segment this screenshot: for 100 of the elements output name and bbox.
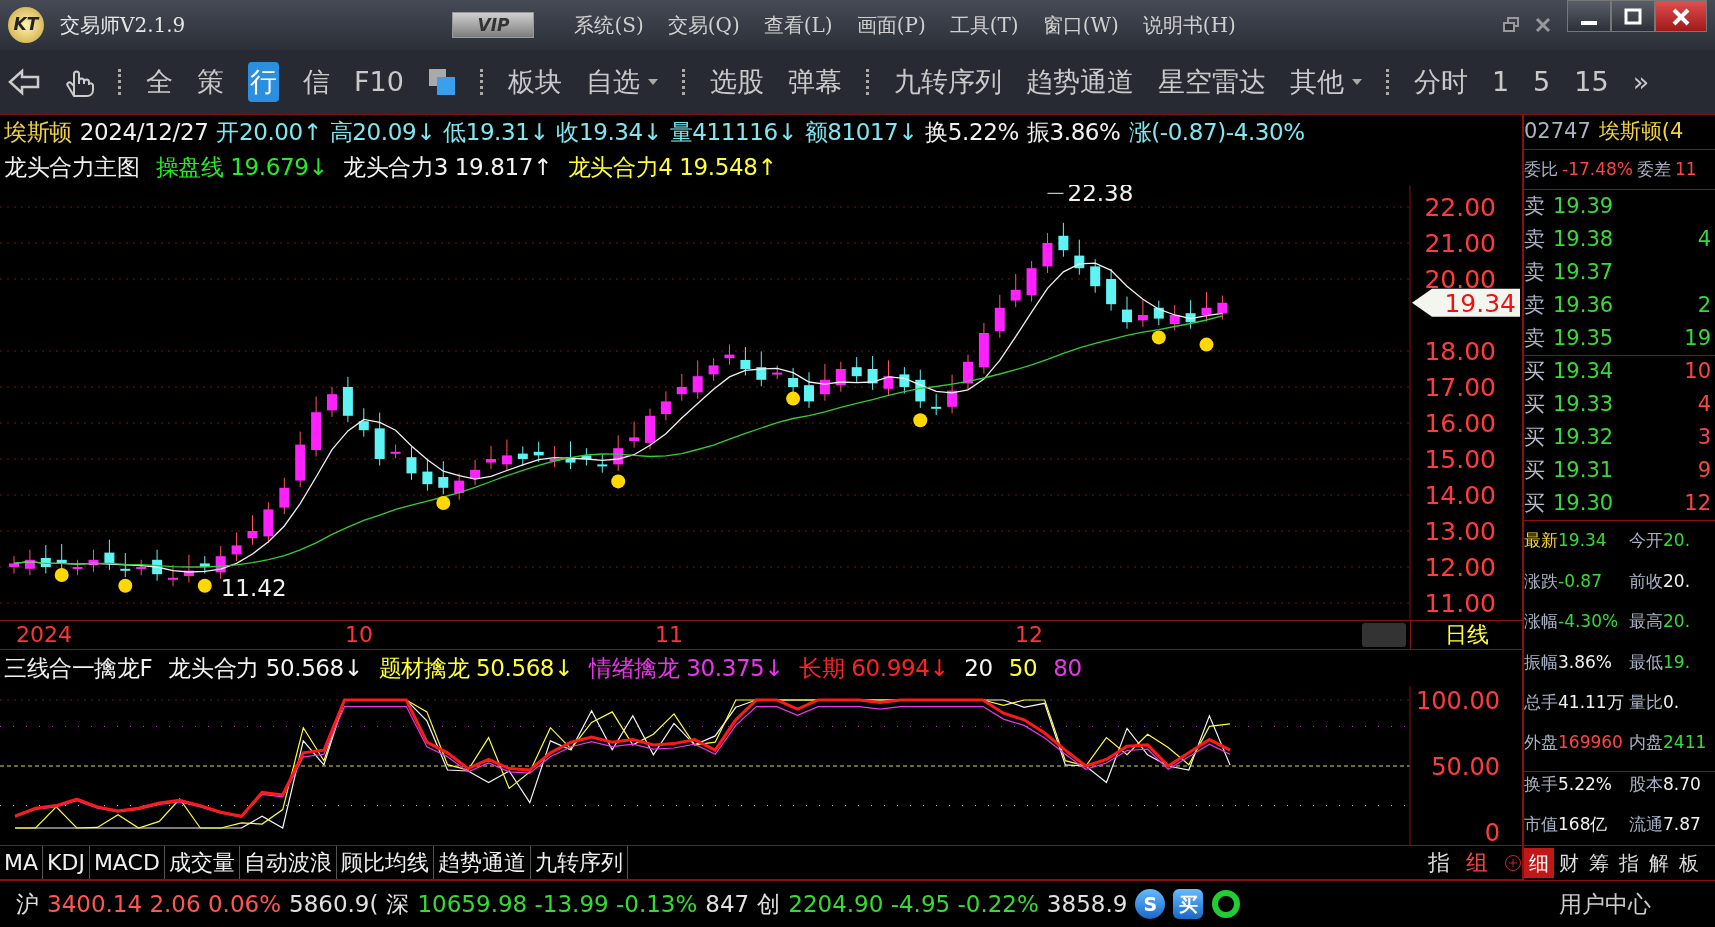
indicator-tab[interactable]: KDJ <box>43 846 90 879</box>
market-amount: 3858.9 <box>1046 889 1128 919</box>
candle <box>645 408 655 450</box>
toolbar-link[interactable]: » <box>1632 61 1650 103</box>
candle <box>1026 260 1037 303</box>
stat-label: 前收 <box>1629 569 1664 593</box>
candle <box>835 361 846 393</box>
toolbar-link[interactable]: 九转序列 <box>893 61 1002 103</box>
toolbar-link[interactable]: 板块 <box>507 61 562 103</box>
candle <box>1058 222 1069 258</box>
group-tab[interactable]: 指 <box>1428 846 1450 879</box>
candle <box>327 386 337 418</box>
toolbar-link[interactable]: 分时 <box>1413 61 1468 103</box>
toolbar-tab[interactable]: F10 <box>354 61 404 103</box>
app-logo: KT <box>8 7 44 43</box>
indicator-tab[interactable]: 顾比均线 <box>336 846 434 879</box>
menu-item[interactable]: 查看(L) <box>763 10 833 40</box>
stat-value: 5.22% <box>1558 772 1612 796</box>
candle <box>422 458 433 492</box>
toolbar-tab[interactable]: 全 <box>146 61 173 103</box>
signal-marker <box>786 391 801 406</box>
candle <box>708 357 719 382</box>
stat-label: 换手 <box>1524 772 1558 796</box>
order-price: 19.35 <box>1553 324 1614 352</box>
toolbar-link[interactable]: 5 <box>1533 61 1551 103</box>
indicator-tab[interactable]: MACD <box>89 846 165 879</box>
candle <box>533 441 544 463</box>
panel-tab[interactable]: 板 <box>1674 848 1704 878</box>
axis-label: 13.00 <box>1424 517 1496 546</box>
order-volume: 9 <box>1697 456 1711 484</box>
toolbar-link[interactable]: 选股 <box>709 61 764 103</box>
close-icon[interactable] <box>1535 17 1551 33</box>
back-arrow-icon[interactable] <box>8 68 40 96</box>
indicator-tab[interactable]: 成交量 <box>164 846 240 879</box>
candle <box>470 459 481 486</box>
toolbar-link[interactable]: 1 <box>1491 61 1510 103</box>
toolbar-tab[interactable]: 策 <box>197 61 224 103</box>
add-icon[interactable] <box>1504 853 1522 872</box>
toolbar-link[interactable]: 星空雷达 <box>1157 61 1266 103</box>
candle <box>358 407 369 438</box>
group-tab[interactable]: 组 <box>1466 846 1488 879</box>
date-label: 12 <box>1015 621 1043 649</box>
candle <box>247 514 258 546</box>
vip-badge[interactable]: VIP <box>452 12 535 38</box>
panel-tab[interactable]: 细 <box>1524 848 1554 878</box>
order-price: 19.30 <box>1553 489 1614 517</box>
quote-field: 涨(-0.87)-4.30% <box>1128 115 1305 150</box>
menu-item[interactable]: 系统(S) <box>574 10 644 40</box>
axis-label: 11.00 <box>1424 589 1496 618</box>
close-button[interactable] <box>1655 0 1707 32</box>
maximize-icon <box>1624 7 1642 26</box>
menu-item[interactable]: 说明书(H) <box>1142 10 1236 40</box>
indicator-tab[interactable]: 自动波浪 <box>239 846 337 879</box>
panel-tab[interactable]: 筹 <box>1584 848 1614 878</box>
signal-marker <box>1151 330 1166 345</box>
toolbar-tab[interactable]: 信 <box>303 61 330 103</box>
ring-icon[interactable] <box>1211 889 1242 919</box>
indicator-value: 20 <box>964 653 993 683</box>
maximize-button[interactable] <box>1611 0 1655 32</box>
menu-item[interactable]: 工具(T) <box>949 10 1019 40</box>
layers-icon[interactable] <box>427 68 456 96</box>
stat-label: 涨幅 <box>1524 610 1558 634</box>
quote-field: 高20.09↓ <box>329 115 436 150</box>
order-side: 卖 <box>1524 258 1545 286</box>
toolbar-link[interactable]: 15 <box>1574 61 1609 103</box>
menu-item[interactable]: 窗口(W) <box>1042 10 1119 40</box>
user-center-link[interactable]: 用户中心 <box>1559 886 1651 922</box>
toolbar-dropdown[interactable]: 其他 <box>1289 61 1362 103</box>
candle <box>168 564 178 587</box>
order-price: 19.36 <box>1553 291 1614 319</box>
toolbar-link[interactable]: 趋势通道 <box>1025 61 1134 103</box>
axis-label: 22.00 <box>1424 193 1496 222</box>
indicator-tab[interactable]: MA <box>0 846 44 879</box>
stock-name: 埃斯顿 <box>4 118 72 148</box>
axis-label: 18.00 <box>1424 337 1496 366</box>
minimize-button[interactable] <box>1567 0 1611 32</box>
signal-marker <box>197 578 212 593</box>
axis-label: 0 <box>1484 819 1500 845</box>
stat-value: 3.86% <box>1558 650 1612 674</box>
restore-icon[interactable] <box>1503 17 1519 33</box>
market-quote: 2204.90 -4.95 -0.22% <box>788 889 1039 919</box>
candle <box>692 359 703 400</box>
scroll-thumb[interactable] <box>1362 623 1406 647</box>
axis-label: 16.00 <box>1424 409 1496 438</box>
toolbar-link[interactable]: 弹幕 <box>787 61 842 103</box>
panel-tab[interactable]: 财 <box>1554 848 1584 878</box>
indicator-tab[interactable]: 趋势通道 <box>433 846 531 879</box>
indicator-tab[interactable]: 九转序列 <box>530 846 628 879</box>
quote-date: 2024/12/27 <box>79 118 209 148</box>
menu-item[interactable]: 画面(P) <box>856 10 926 40</box>
panel-tab[interactable]: 解 <box>1644 848 1674 878</box>
panel-tab[interactable]: 指 <box>1614 848 1644 878</box>
candle <box>342 376 353 423</box>
signal-marker <box>118 578 133 593</box>
candle <box>819 363 830 402</box>
menu-item[interactable]: 交易(Q) <box>667 10 740 40</box>
candle <box>660 390 671 421</box>
toolbar-dropdown[interactable]: 自选 <box>585 61 658 103</box>
order-price: 19.33 <box>1553 390 1614 418</box>
stat-label: 最低 <box>1629 650 1664 674</box>
